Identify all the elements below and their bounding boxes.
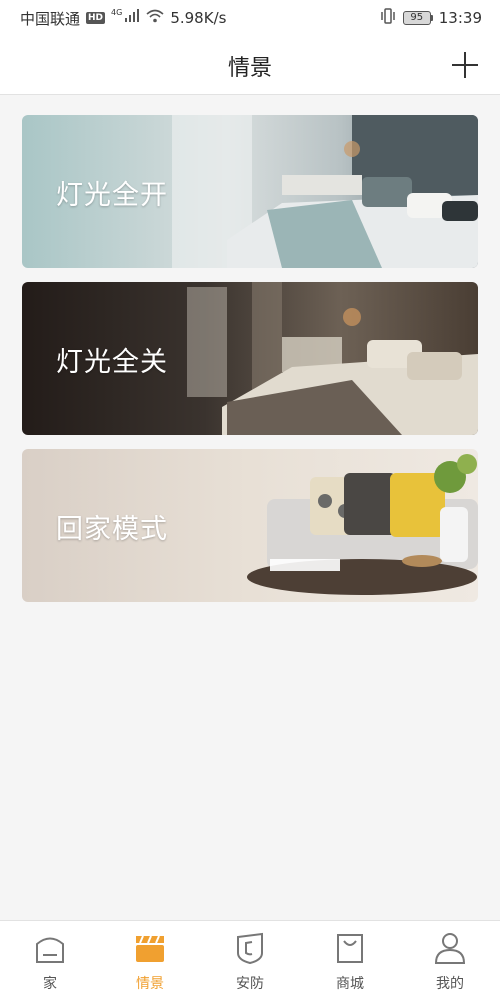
tab-label: 我的 <box>436 976 464 992</box>
user-icon <box>434 933 466 964</box>
clock: 13:39 <box>438 9 482 27</box>
bottom-tab-bar: 家 情景 安防 商城 我的 <box>0 920 500 1000</box>
network-type: 4G <box>111 7 123 17</box>
plus-icon <box>452 52 478 78</box>
header: 情景 <box>0 36 500 95</box>
scene-card-lights-off[interactable]: 灯光全关 <box>22 282 478 435</box>
home-icon <box>36 937 64 963</box>
tab-label: 家 <box>43 976 57 992</box>
signal-icon <box>124 9 140 27</box>
status-left: 中国联通 HD 4G 5.98K/s <box>20 8 226 29</box>
scene-list: 灯光全开 灯光全关 回家模式 <box>22 115 478 616</box>
tab-me[interactable]: 我的 <box>400 921 500 1000</box>
wifi-icon <box>146 9 164 27</box>
tab-label: 商城 <box>336 976 364 992</box>
tab-label: 情景 <box>136 976 164 992</box>
shopping-bag-icon <box>337 934 363 963</box>
hd-badge: HD <box>86 12 106 24</box>
battery-icon: 95 <box>402 11 433 25</box>
battery-level: 95 <box>402 11 431 25</box>
network-speed: 5.98K/s <box>170 9 227 27</box>
vibrate-icon <box>379 8 397 28</box>
status-bar: 中国联通 HD 4G 5.98K/s 95 13:39 <box>0 0 500 36</box>
page-title: 情景 <box>227 56 272 81</box>
tab-scene[interactable]: 情景 <box>100 921 200 1000</box>
scene-label: 灯光全关 <box>56 347 168 378</box>
tab-security[interactable]: 安防 <box>200 921 300 1000</box>
status-right: 95 13:39 <box>379 8 482 28</box>
scene-label: 回家模式 <box>56 514 168 545</box>
shield-icon <box>237 932 263 965</box>
scene-label: 灯光全开 <box>56 180 168 211</box>
scene-icon <box>136 935 164 962</box>
tab-home[interactable]: 家 <box>0 921 100 1000</box>
tab-mall[interactable]: 商城 <box>300 921 400 1000</box>
tab-label: 安防 <box>236 976 264 992</box>
scene-card-lights-on[interactable]: 灯光全开 <box>22 115 478 268</box>
scene-card-home-mode[interactable]: 回家模式 <box>22 449 478 602</box>
carrier-name: 中国联通 <box>20 9 81 28</box>
add-scene-button[interactable] <box>450 50 480 80</box>
